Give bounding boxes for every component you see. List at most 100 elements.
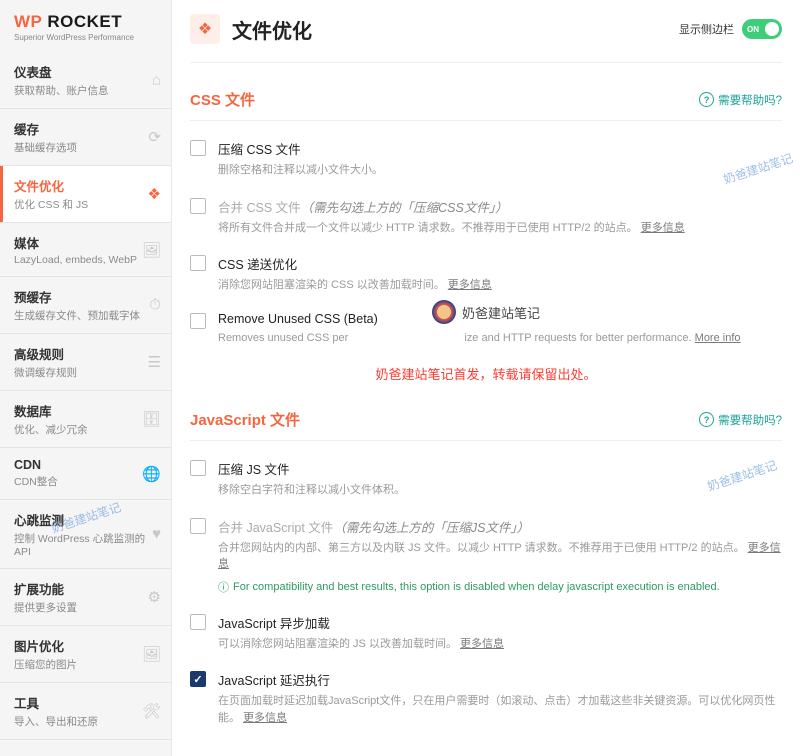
option-desc: 合并您网站内的内部、第三方以及内联 JS 文件。以减少 HTTP 请求数。不推荐… bbox=[218, 540, 782, 573]
nav-title: 心跳监测 bbox=[14, 510, 157, 529]
section-js: JavaScript 文件 需要帮助吗? 压缩 JS 文件移除空白字符和注释以减… bbox=[190, 409, 782, 726]
option-desc: 删除空格和注释以减小文件大小。 bbox=[218, 162, 782, 179]
page-title: 文件优化 bbox=[232, 15, 679, 44]
option-title: JavaScript 延迟执行 bbox=[218, 670, 782, 689]
nav-sub: 提供更多设置 bbox=[14, 600, 157, 615]
option-desc: 消除您网站阻塞渲染的 CSS 以改善加载时间。 更多信息 bbox=[218, 277, 782, 294]
info-icon: ⓘ bbox=[218, 579, 229, 595]
nav-title: 文件优化 bbox=[14, 176, 157, 195]
nav-icon: ❖ bbox=[148, 185, 161, 203]
nav-title: 高级规则 bbox=[14, 344, 157, 363]
toggle-on-text: ON bbox=[747, 25, 759, 34]
section-css: CSS 文件 需要帮助吗? 压缩 CSS 文件删除空格和注释以减小文件大小。合并… bbox=[190, 89, 782, 346]
sidebar-item-7[interactable]: CDNCDN整合🌐 bbox=[0, 448, 171, 500]
more-info-link[interactable]: 更多信息 bbox=[460, 638, 504, 650]
option-desc: 将所有文件合并成一个文件以减少 HTTP 请求数。不推荐用于已使用 HTTP/2… bbox=[218, 220, 782, 237]
nav-title: 工具 bbox=[14, 693, 157, 712]
nav-title: 数据库 bbox=[14, 401, 157, 420]
logo-rocket: ROCKET bbox=[47, 12, 122, 31]
nav-title: 仪表盘 bbox=[14, 62, 157, 81]
option-row: Remove Unused CSS (Beta) Removes unused C… bbox=[190, 312, 782, 347]
nav-icon: 🖼 bbox=[142, 645, 161, 663]
option-title: 压缩 CSS 文件 bbox=[218, 139, 782, 158]
section-js-title: JavaScript 文件 bbox=[190, 409, 300, 430]
nav-sub: 基础缓存选项 bbox=[14, 140, 157, 155]
nav-title: 扩展功能 bbox=[14, 579, 157, 598]
help-link-js[interactable]: 需要帮助吗? bbox=[699, 412, 782, 428]
option-row: JavaScript 延迟执行在页面加载时延迟加载JavaScript文件，只在… bbox=[190, 670, 782, 726]
nav-icon: 🛠 bbox=[142, 702, 161, 720]
nav-title: 图片优化 bbox=[14, 636, 157, 655]
compat-note: ⓘ For compatibility and best results, th… bbox=[218, 579, 782, 595]
sidebar-item-2[interactable]: 文件优化优化 CSS 和 JS❖ bbox=[0, 166, 171, 223]
option-desc: Removes unused CSS per xxxxxxxxxxxxxxxxx… bbox=[218, 330, 782, 347]
nav-icon: ⚙ bbox=[148, 588, 161, 606]
nav-icon: ♥ bbox=[152, 526, 161, 543]
logo-tagline: Superior WordPress Performance bbox=[14, 33, 157, 42]
option-row: 合并 JavaScript 文件（需先勾选上方的「压缩JS文件」） 合并您网站内的… bbox=[190, 517, 782, 595]
option-title: 合并 JavaScript 文件（需先勾选上方的「压缩JS文件」） bbox=[218, 517, 782, 536]
option-title: 压缩 JS 文件 bbox=[218, 459, 782, 478]
more-info-link[interactable]: More info bbox=[695, 332, 741, 344]
option-title: JavaScript 异步加载 bbox=[218, 613, 782, 632]
option-checkbox[interactable] bbox=[190, 671, 206, 687]
nav-sub: 获取帮助、账户信息 bbox=[14, 83, 157, 98]
sidebar-toggle[interactable]: ON bbox=[742, 19, 782, 39]
option-checkbox[interactable] bbox=[190, 313, 206, 329]
page-header: ❖ 文件优化 显示侧边栏 ON bbox=[190, 0, 782, 63]
nav-icon: ☰ bbox=[148, 353, 161, 371]
help-link-css[interactable]: 需要帮助吗? bbox=[699, 92, 782, 108]
sidebar-item-1[interactable]: 缓存基础缓存选项⟳ bbox=[0, 109, 171, 166]
sidebar-item-9[interactable]: 扩展功能提供更多设置⚙ bbox=[0, 569, 171, 626]
option-row: JavaScript 异步加载可以消除您网站阻塞渲染的 JS 以改善加载时间。 … bbox=[190, 613, 782, 653]
nav-sub: 优化、减少冗余 bbox=[14, 422, 157, 437]
nav-sub: CDN整合 bbox=[14, 474, 157, 489]
nav-title: 缓存 bbox=[14, 119, 157, 138]
option-row: 压缩 JS 文件移除空白字符和注释以减小文件体积。 bbox=[190, 459, 782, 499]
sidebar-toggle-label: 显示侧边栏 bbox=[679, 21, 734, 37]
option-row: 合并 CSS 文件（需先勾选上方的「压缩CSS文件」）将所有文件合并成一个文件以… bbox=[190, 197, 782, 237]
more-info-link[interactable]: 更多信息 bbox=[218, 542, 781, 571]
option-checkbox[interactable] bbox=[190, 518, 206, 534]
nav-icon: 🗄 bbox=[142, 410, 161, 428]
option-title: CSS 递送优化 bbox=[218, 254, 782, 273]
sidebar: WP ROCKET Superior WordPress Performance… bbox=[0, 0, 172, 756]
option-checkbox[interactable] bbox=[190, 614, 206, 630]
sidebar-item-0[interactable]: 仪表盘获取帮助、账户信息⌂ bbox=[0, 52, 171, 109]
sidebar-item-5[interactable]: 高级规则微调缓存规则☰ bbox=[0, 334, 171, 391]
nav-icon: 🖼 bbox=[142, 241, 161, 259]
option-checkbox[interactable] bbox=[190, 255, 206, 271]
option-checkbox[interactable] bbox=[190, 198, 206, 214]
sidebar-item-8[interactable]: 心跳监测控制 WordPress 心跳监测的 API♥ bbox=[0, 500, 171, 569]
sidebar-item-4[interactable]: 预缓存生成缓存文件、预加载字体⏱ bbox=[0, 277, 171, 334]
sidebar-item-11[interactable]: 工具导入、导出和还原🛠 bbox=[0, 683, 171, 740]
logo: WP ROCKET Superior WordPress Performance bbox=[0, 0, 171, 52]
nav-title: 媒体 bbox=[14, 233, 157, 252]
logo-wp: WP bbox=[14, 12, 42, 31]
nav-list: 仪表盘获取帮助、账户信息⌂缓存基础缓存选项⟳文件优化优化 CSS 和 JS❖媒体… bbox=[0, 52, 171, 740]
nav-sub: 微调缓存规则 bbox=[14, 365, 157, 380]
nav-icon: ⏱ bbox=[149, 297, 161, 314]
more-info-link[interactable]: 更多信息 bbox=[243, 712, 287, 724]
stack-icon: ❖ bbox=[190, 14, 220, 44]
nav-sub: 控制 WordPress 心跳监测的 API bbox=[14, 531, 157, 558]
option-checkbox[interactable] bbox=[190, 460, 206, 476]
nav-sub: 压缩您的图片 bbox=[14, 657, 157, 672]
option-desc: 移除空白字符和注释以减小文件体积。 bbox=[218, 482, 782, 499]
sidebar-item-6[interactable]: 数据库优化、减少冗余🗄 bbox=[0, 391, 171, 448]
nav-icon: 🌐 bbox=[142, 465, 161, 483]
option-row: CSS 递送优化消除您网站阻塞渲染的 CSS 以改善加载时间。 更多信息 bbox=[190, 254, 782, 294]
nav-sub: 优化 CSS 和 JS bbox=[14, 197, 157, 212]
nav-sub: LazyLoad, embeds, WebP bbox=[14, 254, 157, 266]
sidebar-item-10[interactable]: 图片优化压缩您的图片🖼 bbox=[0, 626, 171, 683]
watermark-notice: 奶爸建站笔记首发，转载请保留出处。 bbox=[190, 364, 782, 383]
option-row: 压缩 CSS 文件删除空格和注释以减小文件大小。 bbox=[190, 139, 782, 179]
more-info-link[interactable]: 更多信息 bbox=[448, 279, 492, 291]
option-title: Remove Unused CSS (Beta) bbox=[218, 312, 782, 326]
more-info-link[interactable]: 更多信息 bbox=[641, 222, 685, 234]
option-desc: 可以消除您网站阻塞渲染的 JS 以改善加载时间。 更多信息 bbox=[218, 636, 782, 653]
sidebar-item-3[interactable]: 媒体 LazyLoad, embeds, WebP🖼 bbox=[0, 223, 171, 277]
nav-title: 预缓存 bbox=[14, 287, 157, 306]
section-css-title: CSS 文件 bbox=[190, 89, 255, 110]
option-checkbox[interactable] bbox=[190, 140, 206, 156]
